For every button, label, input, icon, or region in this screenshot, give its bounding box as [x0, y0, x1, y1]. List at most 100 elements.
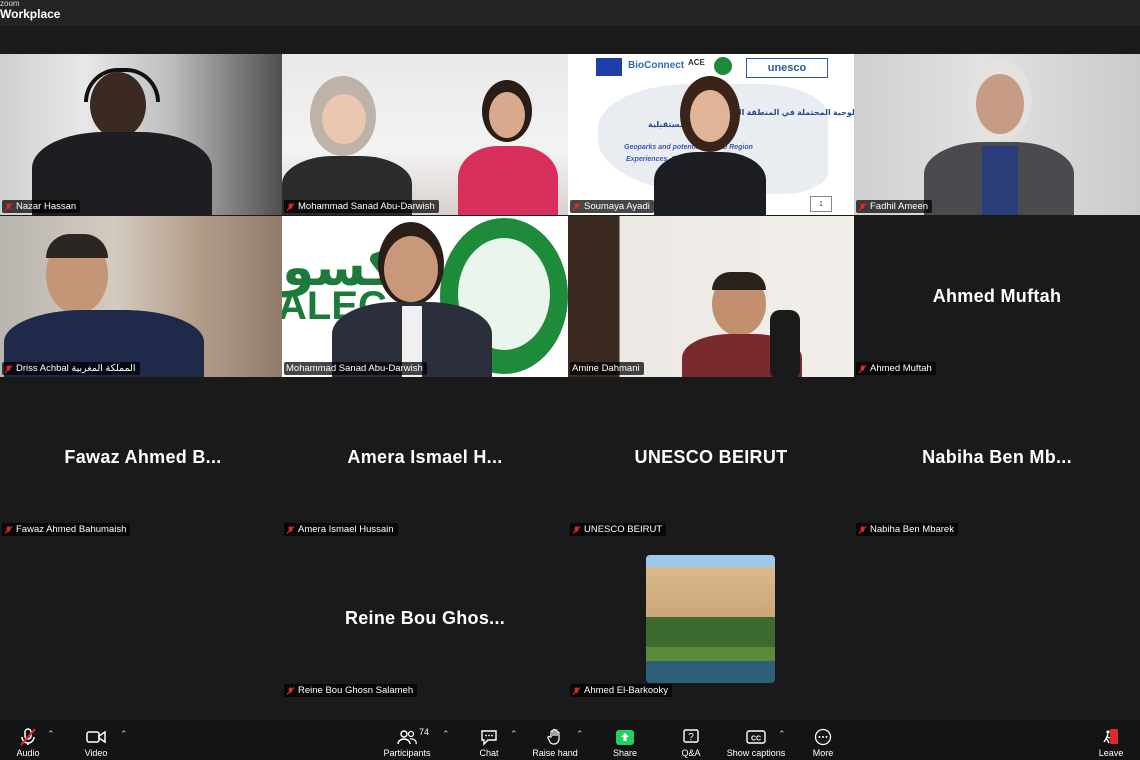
participant-name-caption: Mohammad Sanad Abu-Darwish [284, 200, 439, 213]
svg-text:CC: CC [751, 736, 761, 743]
participants-button[interactable]: Participants [380, 720, 434, 760]
svg-text:?: ? [688, 732, 694, 743]
video-button[interactable]: Video [80, 720, 112, 760]
name-tile-fawaz[interactable]: Fawaz Ahmed B... Fawaz Ahmed Bahumaish [0, 377, 286, 538]
video-tile-soumaya[interactable]: BioConnect ACE unesco المنتزهات الجيولوج… [568, 54, 854, 215]
muted-mic-icon [286, 525, 295, 534]
participant-name: Amine Dahmani [572, 363, 640, 374]
video-tile-mohammad-room[interactable]: Mohammad Sanad Abu-Darwish [282, 54, 568, 215]
participant-name: Fadhil Ameen [870, 201, 929, 212]
muted-mic-icon [858, 202, 867, 211]
participant-name-caption: Amera Ismael Hussain [284, 523, 398, 536]
slide-english-line-1: Geoparks and potential ... Arab Region [624, 144, 753, 151]
slide-page-number: 1 [810, 196, 832, 212]
video-tile-fadhil[interactable]: Fadhil Ameen [854, 54, 1140, 215]
video-tile-driss[interactable]: Driss Achbal المملكة المغربية [0, 216, 286, 377]
participant-name: Mohammad Sanad Abu-Darwish [298, 201, 435, 212]
question-icon: ? [681, 728, 701, 746]
more-options-icon [813, 728, 833, 746]
participant-display-name: Nabiha Ben Mb... [922, 447, 1072, 467]
participant-name: Ahmed El-Barkooky [584, 685, 668, 696]
muted-mic-icon [4, 364, 13, 373]
participant-name: Driss Achbal المملكة المغربية [16, 363, 136, 374]
muted-mic-icon [572, 202, 581, 211]
video-tile-nazar[interactable]: Nazar Hassan [0, 54, 286, 215]
captions-options-chevron-icon[interactable]: ⌃ [778, 729, 786, 740]
participant-name: Nabiha Ben Mbarek [870, 524, 954, 535]
more-button[interactable]: More [808, 720, 838, 760]
video-label: Video [84, 748, 108, 758]
participant-name: Nazar Hassan [16, 201, 77, 212]
raise-hand-icon [545, 728, 565, 746]
participant-name: Mohammad Sanad Abu-Darwish [286, 363, 423, 374]
participant-name-caption: Soumaya Ayadi [570, 200, 654, 213]
participant-display-name: Amera Ismael H... [347, 447, 503, 467]
muted-microphone-icon [18, 728, 38, 746]
leave-label: Leave [1098, 748, 1124, 758]
participant-name-caption: Amine Dahmani [570, 362, 644, 375]
raise-hand-button[interactable]: Raise hand [530, 720, 580, 760]
meeting-controls-toolbar: Audio ⌃ Video ⌃ Participants 74 ⌃ Chat ⌃… [0, 720, 1140, 760]
muted-mic-icon [286, 686, 295, 695]
participant-display-name: Reine Bou Ghos... [344, 608, 506, 628]
closed-captions-icon: CC [746, 728, 766, 746]
leave-door-icon [1101, 728, 1121, 746]
share-screen-button[interactable]: Share [610, 720, 640, 760]
eu-flag-logo [596, 58, 622, 76]
muted-mic-icon [286, 202, 295, 211]
participant-name: Reine Bou Ghosn Salameh [298, 685, 414, 696]
ace-logo: ACE [688, 58, 705, 67]
participant-name-caption: Nabiha Ben Mbarek [856, 523, 958, 536]
participant-name-caption: Ahmed El-Barkooky [570, 684, 672, 697]
name-tile-ahmed-muftah[interactable]: Ahmed Muftah Ahmed Muftah [854, 216, 1140, 377]
chat-label: Chat [479, 748, 499, 758]
bioconnect-logo: BioConnect [628, 60, 685, 71]
muted-mic-icon [4, 525, 13, 534]
image-tile-ahmed-el-barkooky[interactable]: Ahmed El-Barkooky [568, 538, 854, 699]
participant-name: Soumaya Ayadi [584, 201, 650, 212]
participant-name-caption: UNESCO BEIRUT [570, 523, 667, 536]
participant-name: UNESCO BEIRUT [584, 524, 663, 535]
audio-options-chevron-icon[interactable]: ⌃ [47, 729, 55, 740]
audio-button[interactable]: Audio [12, 720, 44, 760]
leave-meeting-button[interactable]: Leave [1096, 720, 1126, 760]
qa-button[interactable]: ? Q&A [676, 720, 706, 760]
participant-name-caption: Fawaz Ahmed Bahumaish [2, 523, 131, 536]
name-tile-amera[interactable]: Amera Ismael H... Amera Ismael Hussain [282, 377, 568, 538]
participant-name-caption: Mohammad Sanad Abu-Darwish [284, 362, 427, 375]
video-tile-mohammad-speaker[interactable]: كسو ALEC Mohammad Sanad Abu-Darwish [282, 216, 568, 377]
captions-label: Show captions [726, 748, 786, 758]
chat-bubble-icon [479, 728, 499, 746]
participant-name-caption: Ahmed Muftah [856, 362, 936, 375]
participant-name: Amera Ismael Hussain [298, 524, 394, 535]
participants-label: Participants [383, 748, 431, 758]
muted-mic-icon [572, 525, 581, 534]
title-bar: zoom Workplace [0, 0, 1140, 26]
name-tile-unesco-beirut[interactable]: UNESCO BEIRUT UNESCO BEIRUT [568, 377, 854, 538]
audio-label: Audio [16, 748, 40, 758]
gallery-view: Nazar Hassan Mohammad Sanad Abu-Darwish … [0, 54, 1140, 720]
participants-count: 74 [419, 727, 430, 737]
show-captions-button[interactable]: CC Show captions [724, 720, 788, 760]
participants-icon [397, 728, 417, 746]
top-spacer [0, 26, 1140, 54]
muted-mic-icon [4, 202, 13, 211]
league-logo [714, 57, 732, 75]
name-tile-reine[interactable]: Reine Bou Ghos... Reine Bou Ghosn Salame… [282, 538, 568, 699]
video-options-chevron-icon[interactable]: ⌃ [120, 729, 128, 740]
muted-mic-icon [572, 686, 581, 695]
unesco-logo: unesco [746, 58, 828, 78]
qa-label: Q&A [681, 748, 701, 758]
name-tile-nabiha[interactable]: Nabiha Ben Mb... Nabiha Ben Mbarek [854, 377, 1140, 538]
chat-button[interactable]: Chat [474, 720, 504, 760]
video-tile-amine[interactable]: Amine Dahmani [568, 216, 854, 377]
more-label: More [812, 748, 834, 758]
participant-name-caption: Driss Achbal المملكة المغربية [2, 362, 140, 375]
participant-name-caption: Fadhil Ameen [856, 200, 933, 213]
profile-picture [646, 555, 775, 683]
muted-mic-icon [858, 525, 867, 534]
raise-hand-options-chevron-icon[interactable]: ⌃ [576, 729, 584, 740]
participant-display-name: Fawaz Ahmed B... [64, 447, 222, 467]
chat-options-chevron-icon[interactable]: ⌃ [510, 729, 518, 740]
participants-options-chevron-icon[interactable]: ⌃ [442, 729, 450, 740]
